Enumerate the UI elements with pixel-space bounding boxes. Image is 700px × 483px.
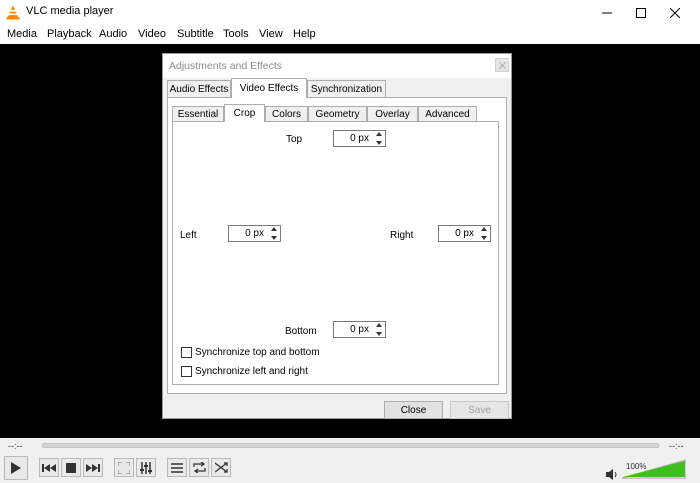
crop-pane: Top 0 px Left 0 px Right 0 px Bottom 0 p… <box>172 121 499 385</box>
previous-icon <box>42 463 56 472</box>
arrow-up-icon <box>375 132 382 136</box>
subtab-crop[interactable]: Crop <box>224 104 265 122</box>
playlist-icon <box>171 462 183 473</box>
maximize-button[interactable] <box>624 0 658 25</box>
bottom-label: Bottom <box>285 326 317 337</box>
arrow-down-icon <box>270 236 277 240</box>
arrow-up-icon <box>270 227 277 231</box>
next-icon <box>86 463 100 472</box>
tab-synchronization[interactable]: Synchronization <box>307 80 386 98</box>
fullscreen-button[interactable] <box>114 458 134 477</box>
tab-audio-effects[interactable]: Audio Effects <box>167 80 231 98</box>
menu-media[interactable]: Media <box>7 28 37 40</box>
equalizer-icon <box>140 461 152 474</box>
dialog-title: Adjustments and Effects <box>169 60 283 72</box>
right-label: Right <box>390 230 414 241</box>
window-title: VLC media player <box>26 5 114 17</box>
subtab-colors[interactable]: Colors <box>265 106 308 122</box>
previous-button[interactable] <box>39 458 59 477</box>
dialog-title-bar: Adjustments and Effects <box>163 54 511 78</box>
arrow-up-icon <box>375 323 382 327</box>
right-spinbox[interactable]: 0 px <box>438 225 491 242</box>
menu-help[interactable]: Help <box>293 28 316 40</box>
sync-left-right-label: Synchronize left and right <box>195 366 308 377</box>
left-spin-arrows[interactable] <box>268 227 279 240</box>
next-button[interactable] <box>83 458 103 477</box>
arrow-down-icon <box>480 236 487 240</box>
subtab-geometry[interactable]: Geometry <box>308 106 367 122</box>
subtab-advanced[interactable]: Advanced <box>418 106 477 122</box>
bottom-spinbox[interactable]: 0 px <box>333 321 386 338</box>
top-spinbox[interactable]: 0 px <box>333 130 386 147</box>
subtab-overlay[interactable]: Overlay <box>367 106 418 122</box>
playlist-button[interactable] <box>167 458 187 477</box>
bottom-value: 0 px <box>350 324 369 335</box>
menu-view[interactable]: View <box>259 28 283 40</box>
elapsed-time: --:-- <box>8 441 23 451</box>
stop-button[interactable] <box>61 458 81 477</box>
top-value: 0 px <box>350 133 369 144</box>
vlc-cone-icon <box>6 5 20 20</box>
save-button[interactable]: Save <box>450 401 509 419</box>
play-button[interactable] <box>4 456 28 480</box>
remaining-time: --:-- <box>669 441 684 451</box>
shuffle-button[interactable] <box>211 458 231 477</box>
sync-left-right-checkbox[interactable] <box>181 366 192 377</box>
arrow-down-icon <box>375 332 382 336</box>
title-bar: VLC media player <box>0 0 700 25</box>
menu-subtitle[interactable]: Subtitle <box>177 28 214 40</box>
sync-top-bottom-label: Synchronize top and bottom <box>195 347 320 358</box>
extended-settings-button[interactable] <box>136 458 156 477</box>
close-button[interactable]: Close <box>384 401 443 419</box>
loop-icon <box>192 462 206 473</box>
close-window-button[interactable] <box>658 0 692 25</box>
menu-playback[interactable]: Playback <box>47 28 92 40</box>
minimize-icon <box>602 12 612 13</box>
fullscreen-icon <box>118 461 130 474</box>
arrow-down-icon <box>375 141 382 145</box>
loop-button[interactable] <box>189 458 209 477</box>
arrow-up-icon <box>480 227 487 231</box>
left-value: 0 px <box>245 228 264 239</box>
top-label: Top <box>286 134 303 145</box>
close-icon <box>670 7 680 18</box>
stop-icon <box>66 462 76 473</box>
seek-bar[interactable] <box>42 443 659 448</box>
close-icon <box>498 61 506 69</box>
menu-audio[interactable]: Audio <box>99 28 127 40</box>
menu-tools[interactable]: Tools <box>223 28 249 40</box>
top-spin-arrows[interactable] <box>373 132 384 145</box>
left-spinbox[interactable]: 0 px <box>228 225 281 242</box>
maximize-icon <box>636 7 646 18</box>
volume-slider[interactable] <box>622 459 686 479</box>
menu-video[interactable]: Video <box>138 28 166 40</box>
sync-top-bottom-checkbox[interactable] <box>181 347 192 358</box>
playback-controls: --:-- --:-- 100% <box>0 438 700 483</box>
right-value: 0 px <box>455 228 474 239</box>
minimize-button[interactable] <box>590 0 624 25</box>
left-label: Left <box>180 230 197 241</box>
play-icon <box>11 462 21 474</box>
tab-video-effects[interactable]: Video Effects <box>231 78 307 98</box>
menu-bar: Media Playback Audio Video Subtitle Tool… <box>0 25 700 44</box>
speaker-icon[interactable] <box>606 469 619 480</box>
shuffle-icon <box>214 462 228 473</box>
adjustments-dialog: Adjustments and Effects Audio Effects Vi… <box>162 53 512 419</box>
dialog-close-button[interactable] <box>495 58 509 72</box>
bottom-spin-arrows[interactable] <box>373 323 384 336</box>
right-spin-arrows[interactable] <box>478 227 489 240</box>
subtab-essential[interactable]: Essential <box>172 106 224 122</box>
